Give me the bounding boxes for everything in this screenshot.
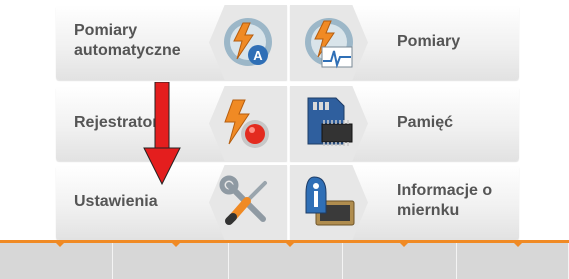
tools-wrench-screwdriver-icon (219, 175, 267, 225)
softkey-3[interactable] (230, 243, 343, 279)
info-person-device-icon (305, 176, 355, 226)
svg-text:A: A (253, 48, 263, 63)
lightning-record-icon (224, 99, 269, 148)
tile-settings-label: Ustawienia (74, 193, 158, 210)
tile-measurements[interactable]: Pomiary (290, 5, 519, 80)
sd-card-chip-icon (307, 97, 353, 146)
tile-meter-info-label: Informacje o miernku (397, 182, 493, 219)
tile-meter-info[interactable]: Informacje o miernku (290, 165, 519, 240)
lightning-gauge-waveform-icon (305, 18, 353, 69)
tile-auto-measurements-label: Pomiary automatyczne (74, 22, 181, 59)
annotation-arrow-down (143, 82, 181, 185)
tile-memory-label: Pamięć (397, 114, 454, 131)
softkey-5[interactable] (458, 243, 569, 279)
softkey-4[interactable] (344, 243, 457, 279)
tile-memory[interactable]: Pamięć (290, 86, 519, 161)
tile-auto-measurements[interactable]: Pomiary automatyczne A (56, 5, 287, 80)
softkey-bar (0, 240, 569, 279)
tile-measurements-label: Pomiary (397, 33, 461, 50)
softkey-2[interactable] (116, 243, 229, 279)
softkey-1[interactable] (0, 243, 113, 279)
lightning-gauge-auto-icon: A (224, 18, 272, 66)
